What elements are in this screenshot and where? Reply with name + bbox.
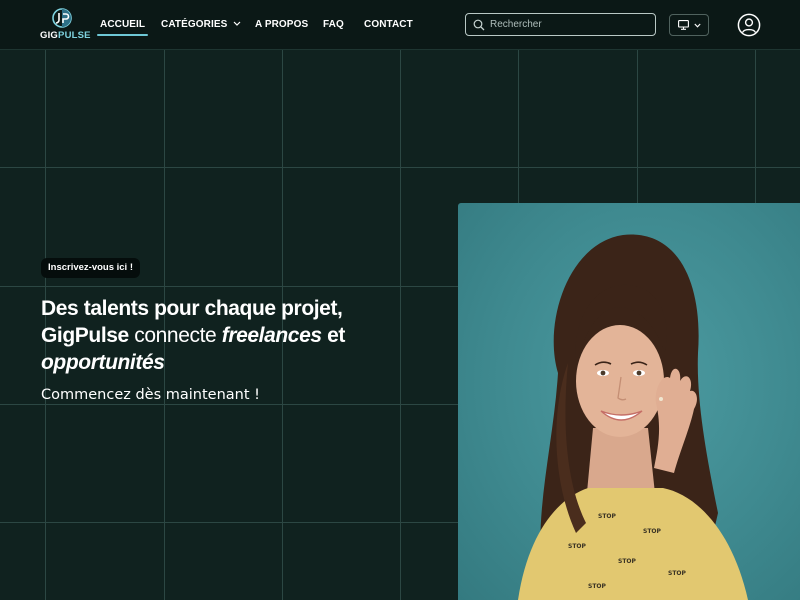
site-header: GIGPULSE ACCUEIL CATÉGORIES A PROPOS FAQ…	[0, 0, 800, 50]
headline-et: et	[327, 324, 345, 347]
grid-line	[0, 167, 800, 168]
woman-portrait-illustration: STOP STOP STOP STOP STOP STOP	[518, 234, 748, 600]
svg-text:STOP: STOP	[598, 513, 617, 520]
headline-brand: GigPulse	[41, 324, 129, 347]
gigpulse-logo[interactable]: GIGPULSE	[40, 7, 91, 43]
nav-faq[interactable]: FAQ	[323, 19, 344, 30]
hero-headline: Des talents pour chaque projet, GigPulse …	[41, 295, 441, 376]
headline-connect: connecte	[134, 324, 217, 347]
headline-opportunites: opportunités	[41, 351, 165, 374]
logo-mark-icon	[52, 8, 72, 28]
svg-text:STOP: STOP	[588, 583, 607, 590]
hero-photo: STOP STOP STOP STOP STOP STOP	[458, 203, 800, 600]
nav-categories[interactable]: CATÉGORIES	[161, 19, 241, 30]
hero-subline: Commencez dès maintenant !	[41, 387, 260, 403]
nav-accueil[interactable]: ACCUEIL	[96, 19, 149, 36]
nav-a-propos[interactable]: A PROPOS	[255, 19, 308, 30]
headline-line1: Des talents pour chaque projet,	[41, 297, 343, 320]
headline-freelances: freelances	[221, 324, 322, 347]
logo-text: GIGPULSE	[40, 30, 91, 41]
search-input[interactable]	[490, 19, 650, 30]
nav-categories-label: CATÉGORIES	[161, 19, 228, 30]
hero-section: Inscrivez-vous ici ! Des talents pour ch…	[0, 50, 800, 600]
chevron-down-icon	[693, 23, 701, 28]
svg-text:STOP: STOP	[568, 543, 587, 550]
svg-text:STOP: STOP	[643, 528, 662, 535]
chevron-down-icon	[233, 21, 241, 26]
monitor-icon	[677, 20, 689, 30]
signup-badge[interactable]: Inscrivez-vous ici !	[41, 258, 141, 278]
svg-text:STOP: STOP	[618, 558, 637, 565]
device-view-dropdown[interactable]	[669, 14, 709, 36]
user-circle-icon[interactable]	[737, 13, 761, 37]
search-box[interactable]	[465, 13, 656, 36]
search-icon	[473, 19, 485, 30]
nav-contact[interactable]: CONTACT	[364, 19, 413, 30]
svg-text:STOP: STOP	[668, 570, 687, 577]
